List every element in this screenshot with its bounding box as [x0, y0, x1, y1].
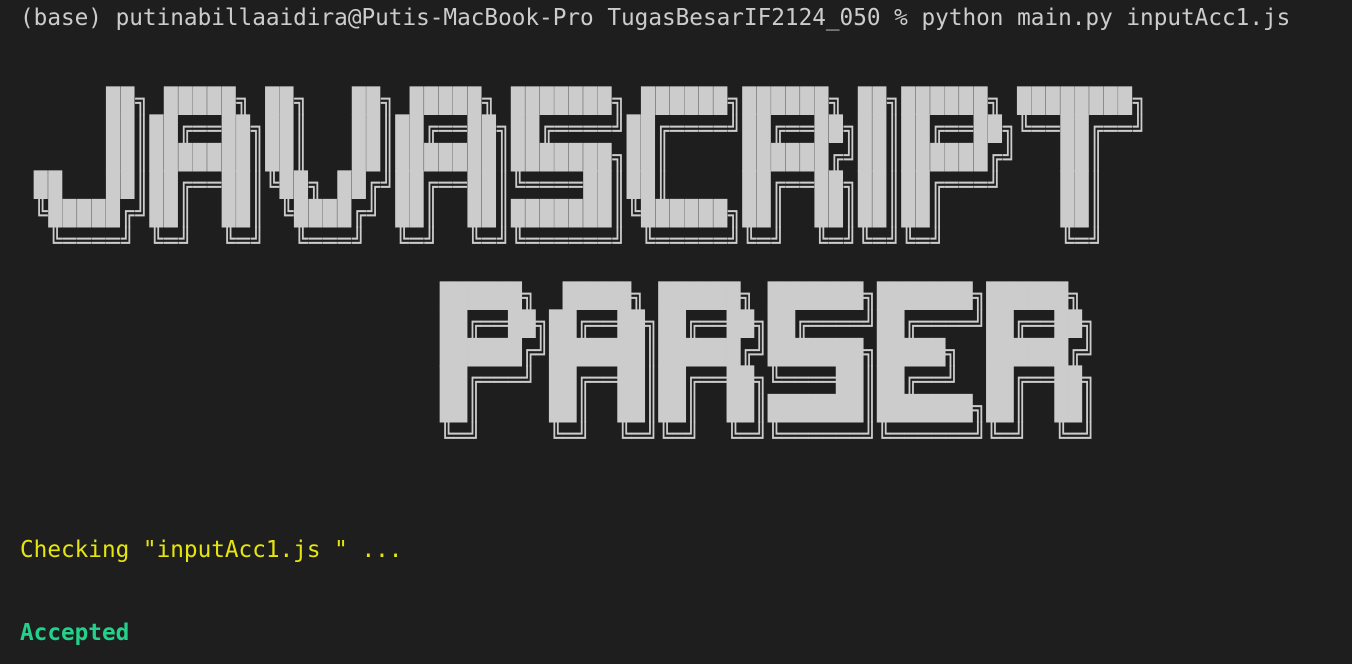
ascii-banner-parser: ██████╗ █████╗ ██████╗ ███████╗███████╗█…	[440, 283, 1096, 451]
accepted-result-line: Accepted	[20, 620, 130, 646]
checking-status-line: Checking "inputAcc1.js " ...	[20, 537, 403, 563]
command-prompt-line: (base) putinabillaaidira@Putis-MacBook-P…	[20, 5, 1291, 31]
ascii-banner-javascript: ██╗ █████╗ ██╗ ██╗ █████╗ ███████╗ █████…	[34, 88, 1148, 256]
